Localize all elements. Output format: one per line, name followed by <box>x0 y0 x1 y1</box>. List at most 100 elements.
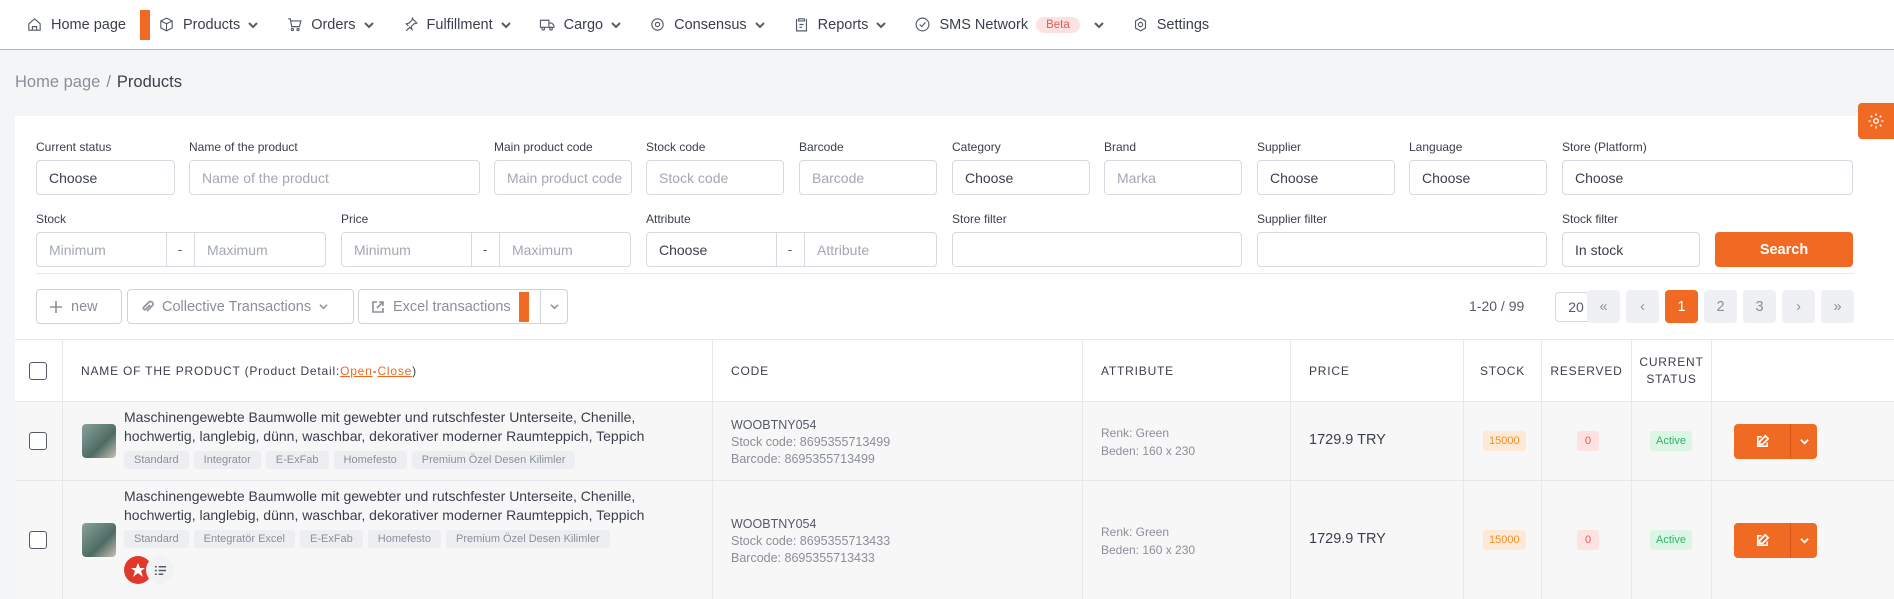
product-name-cell: Maschinengewebte Baumwolle mit gewebter … <box>63 402 713 481</box>
store-filter-select[interactable] <box>952 232 1242 267</box>
codes-block: WOOBTNY054 Stock code: 8695355713499 Bar… <box>731 417 890 468</box>
nav-settings[interactable]: Settings <box>1132 16 1209 33</box>
barcode-input[interactable]: Barcode <box>799 160 937 195</box>
category-select[interactable]: Choose <box>952 160 1090 195</box>
brand-input[interactable]: Marka <box>1104 160 1242 195</box>
attribute-block: Renk: Green Beden: 160 x 230 <box>1101 523 1195 559</box>
excel-dropdown-toggle[interactable] <box>540 289 568 324</box>
price-range-separator: - <box>471 232 499 267</box>
last-page-button[interactable]: » <box>1821 290 1854 323</box>
supplier-filter-select[interactable] <box>1257 232 1547 267</box>
breadcrumb-home[interactable]: Home page <box>15 73 100 92</box>
excel-transactions-label: Excel transactions <box>393 298 511 315</box>
nav-home[interactable]: Home page <box>26 16 126 33</box>
product-detail-close-link[interactable]: Close <box>377 364 412 378</box>
attribute-value-input[interactable]: Attribute <box>804 232 937 267</box>
chevron-down-icon <box>1094 21 1104 28</box>
stock-min-input[interactable]: Minimum <box>36 232 167 267</box>
nav-reports-label: Reports <box>817 16 869 33</box>
nav-orders[interactable]: Orders <box>286 16 374 33</box>
product-name-label: Name of the product <box>189 140 298 154</box>
collective-transactions-button[interactable]: Collective Transactions <box>127 289 354 324</box>
code-cell: WOOBTNY054 Stock code: 8695355713499 Bar… <box>713 402 1083 481</box>
product-name-input[interactable]: Name of the product <box>189 160 480 195</box>
reserved-cell: 0 <box>1542 402 1632 481</box>
row-checkbox[interactable] <box>29 531 47 549</box>
search-button[interactable]: Search <box>1715 232 1853 267</box>
stock-code-input[interactable]: Stock code <box>646 160 784 195</box>
gear-icon <box>1134 17 1146 32</box>
top-navigation: Home page Products Orders Fulfillment Ca… <box>0 0 1894 50</box>
status-cell: Active <box>1632 481 1712 599</box>
nav-products[interactable]: Products <box>158 16 258 33</box>
category-label: Category <box>952 140 1001 154</box>
stock-code: Stock code: 8695355713499 <box>731 435 891 449</box>
supplier-select[interactable]: Choose <box>1257 160 1395 195</box>
reserved-badge: 0 <box>1577 431 1600 451</box>
page-settings-button[interactable] <box>1858 103 1894 139</box>
new-button-label: new <box>71 298 98 315</box>
clipboard-icon <box>795 18 807 32</box>
prev-page-button[interactable]: ‹ <box>1626 290 1659 323</box>
chevron-down-icon <box>500 21 511 28</box>
header-current-status: CURRENT STATUS <box>1632 340 1712 402</box>
chevron-down-icon <box>611 21 621 28</box>
header-name-suffix: ) <box>412 364 417 378</box>
stock-cell: 15000 <box>1464 481 1542 599</box>
price-value: 1729.9 TRY <box>1309 432 1386 448</box>
page-button-2[interactable]: 2 <box>1704 290 1737 323</box>
edit-icon <box>1756 533 1769 547</box>
row-actions-dropdown[interactable] <box>1790 424 1817 459</box>
store-select[interactable]: Choose <box>1562 160 1853 195</box>
attribute-cell: Renk: Green Beden: 160 x 230 <box>1083 402 1291 481</box>
store-label: Store (Platform) <box>1562 140 1647 154</box>
price-min-input[interactable]: Minimum <box>341 232 472 267</box>
external-link-icon <box>372 300 384 313</box>
first-page-button[interactable]: « <box>1587 290 1620 323</box>
page-button-1[interactable]: 1 <box>1665 290 1698 323</box>
select-all-checkbox[interactable] <box>29 362 47 380</box>
stock-label: Stock <box>36 212 67 226</box>
chevron-down-icon <box>363 21 374 28</box>
language-select[interactable]: Choose <box>1409 160 1547 195</box>
products-panel: Current status Choose Name of the produc… <box>15 116 1894 599</box>
nav-cargo[interactable]: Cargo <box>539 16 622 33</box>
stock-range-separator: - <box>166 232 194 267</box>
nav-fulfillment[interactable]: Fulfillment <box>402 16 511 33</box>
product-detail-open-link[interactable]: Open <box>340 364 373 378</box>
edit-button[interactable] <box>1734 523 1790 558</box>
current-status-select[interactable]: Choose <box>36 160 175 195</box>
product-thumbnail[interactable] <box>82 523 116 557</box>
nav-sms-network[interactable]: SMS Network Beta <box>914 16 1104 33</box>
stock-filter-select[interactable]: In stock <box>1562 232 1700 267</box>
tag: Premium Özel Desen Kilimler <box>445 530 610 548</box>
excel-transactions-button[interactable]: Excel transactions <box>358 289 568 324</box>
next-page-button[interactable]: › <box>1782 290 1815 323</box>
nav-consensus[interactable]: Consensus <box>649 16 765 33</box>
main-code-input[interactable]: Main product code <box>494 160 632 195</box>
attribute-separator: - <box>776 232 804 267</box>
row-checkbox[interactable] <box>29 432 47 450</box>
product-name[interactable]: Maschinengewebte Baumwolle mit gewebter … <box>124 408 684 446</box>
nav-reports[interactable]: Reports <box>793 16 887 33</box>
row-actions-dropdown[interactable] <box>1790 523 1817 558</box>
header-actions <box>1712 340 1894 402</box>
product-thumbnail[interactable] <box>82 424 116 458</box>
pin-icon <box>404 17 418 32</box>
chevron-down-icon <box>549 304 559 310</box>
stock-max-input[interactable]: Maximum <box>194 232 326 267</box>
box-icon <box>160 17 173 32</box>
tag: Premium Özel Desen Kilimler <box>411 451 576 469</box>
attribute-select[interactable]: Choose <box>646 232 777 267</box>
new-button[interactable]: new <box>36 289 122 324</box>
price-max-input[interactable]: Maximum <box>499 232 631 267</box>
page-button-3[interactable]: 3 <box>1743 290 1776 323</box>
edit-button[interactable] <box>1734 424 1790 459</box>
product-tags: Standard Entegratör Excel E-ExFab Homefe… <box>124 530 610 548</box>
product-name[interactable]: Maschinengewebte Baumwolle mit gewebter … <box>124 487 684 525</box>
chevron-down-icon <box>876 21 887 28</box>
header-select-cell <box>15 340 63 402</box>
list-icon[interactable] <box>146 556 174 584</box>
collective-transactions-label: Collective Transactions <box>162 298 312 315</box>
check-circle-icon <box>915 17 930 32</box>
